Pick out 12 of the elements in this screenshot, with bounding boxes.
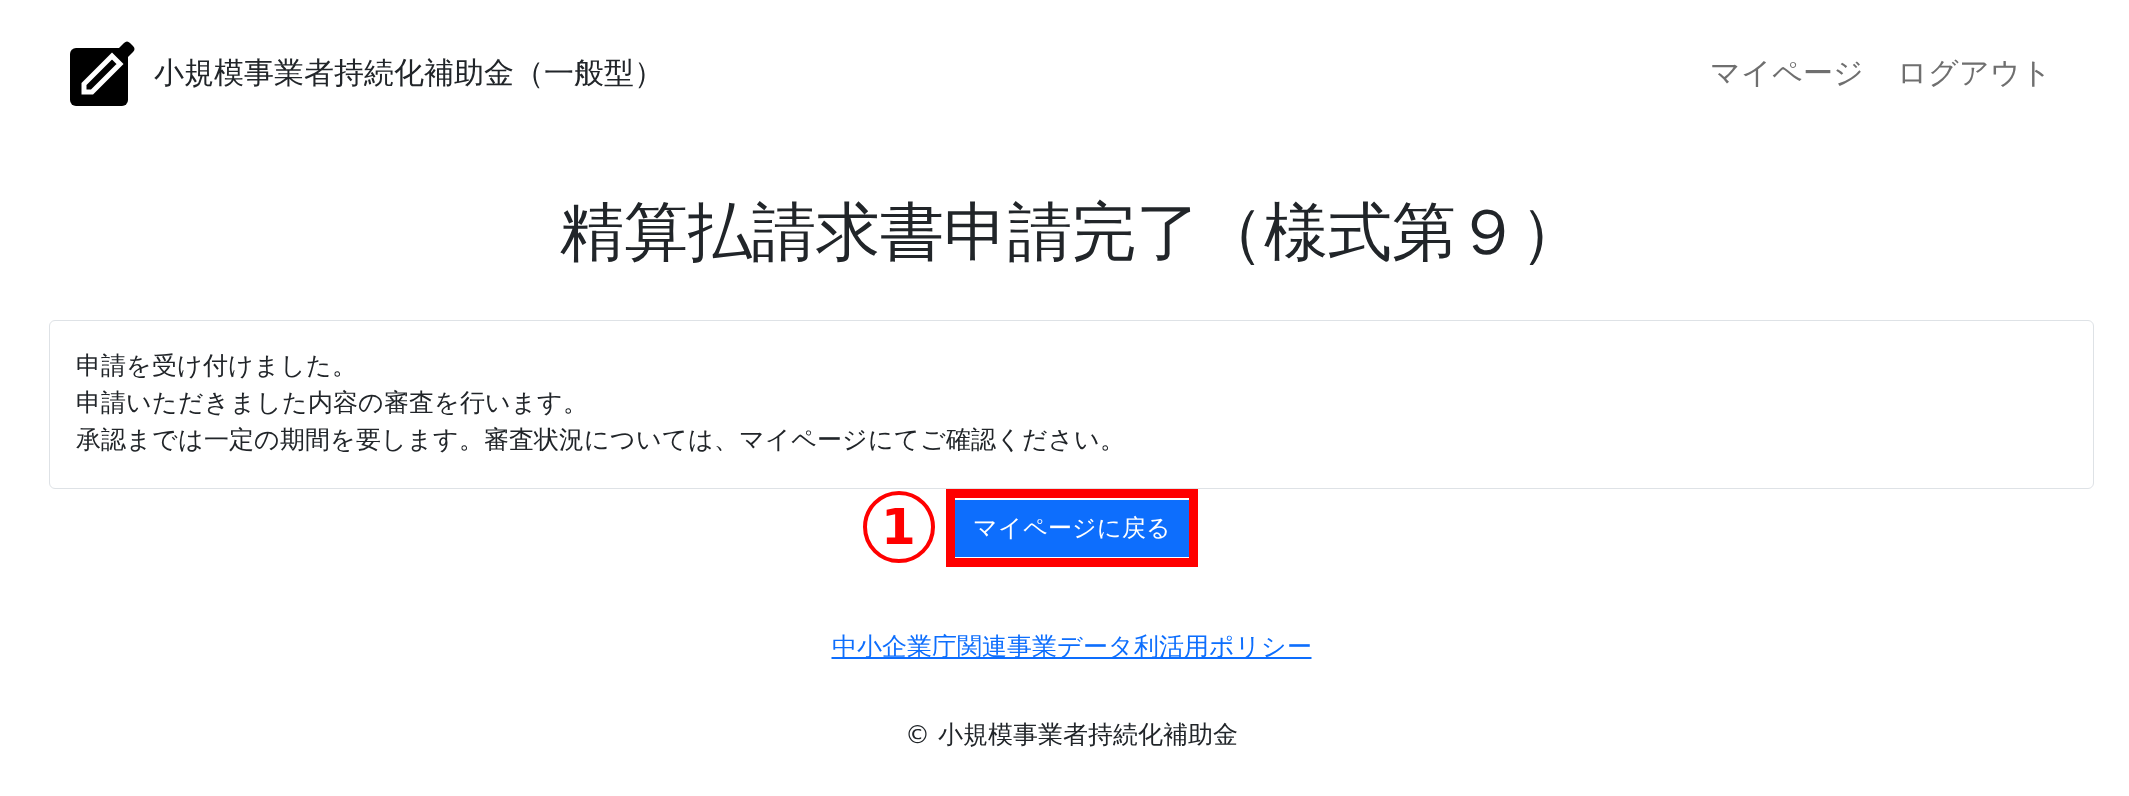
message-text: 承認までは一定の期間を要します。審査状況については、マイページにてご確認ください。 [76,423,1126,456]
edit-square-icon [70,40,136,106]
back-to-mypage-button[interactable]: マイページに戻る [954,499,1189,557]
message-text: 申請いただきました内容の審査を行います。 [76,386,589,419]
step-number-marker: 1 [862,490,935,563]
nav-link[interactable]: ログアウト [1897,55,2052,91]
nav-link[interactable]: マイページ [1710,55,1864,91]
data-policy-link[interactable]: 中小企業庁関連事業データ利活用ポリシー [831,627,1312,666]
site-title: 小規模事業者持続化補助金（一般型） [154,55,664,91]
copyright-text: © 小規模事業者持続化補助金 [904,719,1239,752]
message-text: 申請を受け付けました。 [76,349,358,382]
page-heading: 精算払請求書申請完了（様式第９） [558,194,1585,271]
